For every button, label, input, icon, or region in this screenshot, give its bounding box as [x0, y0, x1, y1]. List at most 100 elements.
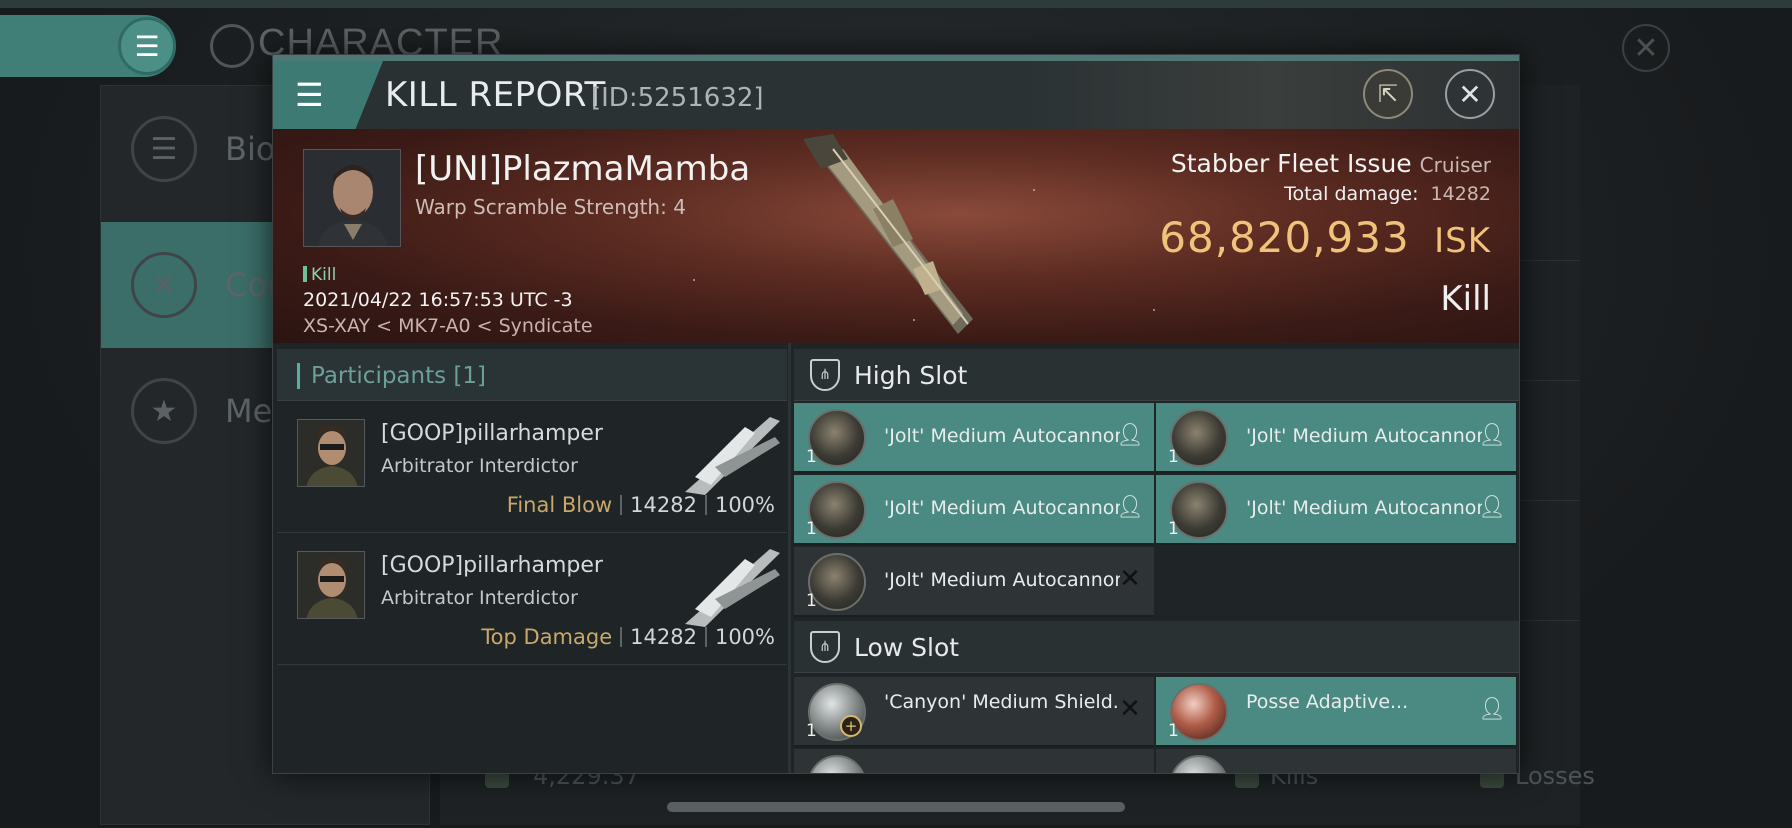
participant-portrait — [297, 551, 365, 619]
horizontal-scrollbar[interactable] — [667, 802, 1125, 812]
participant-ship: Arbitrator Interdictor — [381, 455, 578, 477]
x-icon: ✕ — [1119, 564, 1141, 594]
participant-percent: 100% — [714, 625, 775, 649]
high-slot-header: ⋔ High Slot — [794, 349, 1519, 401]
slot-item-name: Posse Adaptive... — [1246, 691, 1409, 713]
character-icon — [210, 24, 254, 68]
sidebar-item-label: Bio — [225, 130, 276, 168]
participant-ship: Arbitrator Interdictor — [381, 587, 578, 609]
kill-location[interactable]: XS-XAY < MK7-A0 < Syndicate — [303, 315, 593, 337]
page-close-button[interactable]: ✕ — [1622, 24, 1670, 72]
list-icon: ☰ — [131, 116, 197, 182]
top-bar — [0, 0, 1792, 8]
participant-name: [GOOP]pillarhamper — [381, 421, 603, 446]
slot-quantity: 1 — [806, 721, 817, 741]
person-icon: 👤︎ — [1478, 494, 1506, 520]
shield-module-icon — [808, 755, 866, 773]
isk-value-line: 68,820,933 ISK — [1159, 213, 1491, 262]
slot-item-name: 'Jolt' Medium Autocannon — [884, 425, 1120, 447]
share-button[interactable]: ⇱ — [1363, 69, 1413, 119]
slot-item-name: 'Jolt' Medium Autocannon — [884, 569, 1120, 591]
slot-item[interactable]: 1 'Jolt' Medium Autocannon 👤︎ — [1156, 403, 1516, 473]
victim-portrait[interactable] — [303, 149, 401, 247]
losses-label: Losses — [1515, 762, 1595, 790]
person-icon: 👤︎ — [1478, 422, 1506, 448]
slot-quantity: 1 — [806, 447, 817, 467]
participant-name: [GOOP]pillarhamper — [381, 553, 603, 578]
kill-result: Kill — [1440, 279, 1491, 319]
slot-item[interactable]: + 1 'Canyon' Medium Shield... ✕ — [794, 677, 1154, 747]
dialog-close-button[interactable]: ✕ — [1445, 69, 1495, 119]
portrait-image — [298, 420, 364, 486]
kill-report-dialog: ☰ KILL REPORT [ID:5251632] ⇱ ✕ [UNI]Plaz… — [272, 54, 1520, 774]
final-blow-label: Final Blow — [506, 493, 613, 517]
victim-name[interactable]: [UNI]PlazmaMamba — [415, 149, 750, 189]
participant-stats: Final Blow 14282 100% — [507, 493, 775, 517]
participants-header: Participants [1] — [277, 349, 787, 401]
main-menu-button[interactable]: ☰ — [118, 17, 176, 75]
kill-tag: Kill — [303, 265, 336, 285]
x-icon: ✕ — [1119, 694, 1141, 724]
total-damage-label: Total damage: — [1284, 183, 1419, 205]
ship-class: Cruiser — [1419, 153, 1491, 177]
hamburger-icon: ☰ — [295, 76, 324, 114]
participant-row[interactable]: [GOOP]pillarhamper Arbitrator Interdicto… — [277, 533, 787, 665]
victim-ship-image — [803, 134, 973, 334]
portrait-image — [304, 150, 400, 246]
slot-item[interactable]: 1 'Jolt' Medium Autocannon 👤︎ — [794, 403, 1154, 473]
person-icon: 👤︎ — [1116, 494, 1144, 520]
warp-scramble-strength: Warp Scramble Strength: 4 — [415, 195, 686, 219]
participant-damage: 14282 — [630, 493, 697, 517]
isk-unit: ISK — [1434, 221, 1491, 261]
external-link-icon: ⇱ — [1377, 80, 1399, 108]
person-icon: 👤︎ — [1116, 422, 1144, 448]
ship-name[interactable]: Stabber Fleet Issue — [1171, 149, 1412, 178]
high-slot-icon: ⋔ — [810, 359, 840, 391]
slot-item-name: 'Jolt' Medium Autocannon — [884, 497, 1120, 519]
high-slot-label: High Slot — [854, 361, 968, 390]
ship-name-line: Stabber Fleet Issue Cruiser — [1171, 149, 1491, 178]
participant-damage: 14282 — [630, 625, 697, 649]
isk-value: 68,820,933 — [1159, 213, 1410, 262]
portrait-image — [298, 552, 364, 618]
participant-ship-image — [685, 417, 780, 495]
slot-quantity: 1 — [1168, 447, 1179, 467]
module-icon — [1170, 755, 1228, 773]
slot-item-name: 'Jolt' Medium Autocannon — [1246, 425, 1482, 447]
crossed-swords-icon: ✕ — [131, 252, 197, 318]
slot-quantity: 1 — [806, 519, 817, 539]
total-damage-value: 14282 — [1430, 183, 1491, 205]
kill-id: [ID:5251632] — [591, 83, 764, 113]
slot-item[interactable]: 1 Posse Adaptive... 👤︎ — [1156, 677, 1516, 747]
slot-item-name: 'Jolt' Medium Autocannon — [1246, 497, 1482, 519]
hamburger-icon: ☰ — [134, 29, 160, 63]
slot-quantity: 1 — [1168, 721, 1179, 741]
participant-portrait — [297, 419, 365, 487]
participant-ship-image — [685, 549, 780, 627]
kill-date: 2021/04/22 16:57:53 UTC -3 — [303, 289, 573, 311]
header-accent-bar — [297, 363, 300, 389]
participant-row[interactable]: [GOOP]pillarhamper Arbitrator Interdicto… — [277, 401, 787, 533]
slot-item[interactable]: 1 'Jolt' Medium Autocannon 👤︎ — [1156, 475, 1516, 545]
slot-item[interactable]: 1 'Jolt' Medium Autocannon 👤︎ — [794, 475, 1154, 545]
slot-item[interactable] — [794, 749, 1154, 773]
dialog-title: KILL REPORT — [385, 75, 606, 115]
slot-item-name: 'Canyon' Medium Shield... — [884, 691, 1120, 713]
participant-percent: 100% — [714, 493, 775, 517]
participants-panel: Participants [1] [GOOP]pillarhamper Arbi… — [273, 343, 791, 773]
victim-banner: [UNI]PlazmaMamba Warp Scramble Strength:… — [273, 129, 1519, 343]
total-damage-line: Total damage: 14282 — [1284, 183, 1491, 205]
fitting-panel: ⋔ High Slot 1 'Jolt' Medium Autocannon 👤… — [794, 343, 1519, 773]
close-icon: ✕ — [1633, 30, 1659, 66]
close-icon: ✕ — [1458, 77, 1482, 111]
low-slot-header: ⋔ Low Slot — [794, 621, 1519, 673]
slot-quantity: 1 — [1168, 519, 1179, 539]
participant-stats: Top Damage 14282 100% — [481, 625, 775, 649]
person-icon: 👤︎ — [1478, 696, 1506, 722]
plus-icon: + — [840, 715, 862, 737]
slot-quantity: 1 — [806, 591, 817, 611]
participants-title: Participants [1] — [311, 363, 486, 389]
star-icon: ★ — [131, 378, 197, 444]
slot-item[interactable]: 1 'Jolt' Medium Autocannon ✕ — [794, 547, 1154, 617]
slot-item[interactable] — [1156, 749, 1516, 773]
